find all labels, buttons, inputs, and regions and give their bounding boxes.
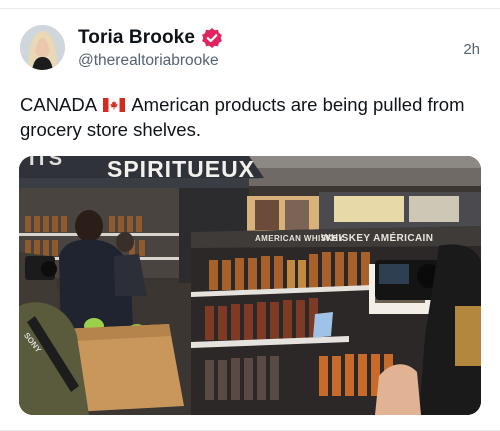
author-avatar[interactable] bbox=[20, 25, 65, 70]
author-handle[interactable]: @therealtoriabrooke bbox=[78, 52, 219, 70]
post-timestamp[interactable]: 2h bbox=[463, 41, 480, 58]
canada-flag-icon bbox=[103, 93, 126, 112]
author-name-row: Toria Brooke bbox=[78, 27, 223, 49]
post-text: CANADA American products are being pulle… bbox=[20, 92, 480, 142]
store-sign-whiskey-americain: WHISKEY AMÉRICAIN bbox=[321, 233, 434, 244]
store-sign-spirits: SPIRITUEUX bbox=[107, 156, 256, 182]
verified-badge-icon bbox=[201, 27, 223, 49]
top-divider bbox=[0, 8, 500, 9]
store-sign-partial: ITS bbox=[29, 156, 64, 170]
post-text-country: CANADA bbox=[20, 94, 97, 115]
author-name[interactable]: Toria Brooke bbox=[78, 27, 195, 49]
video-frame-scene bbox=[19, 156, 481, 415]
post-video[interactable]: ITS SPIRITUEUX AMERICAN WHISKEY WHISKEY … bbox=[19, 156, 481, 415]
